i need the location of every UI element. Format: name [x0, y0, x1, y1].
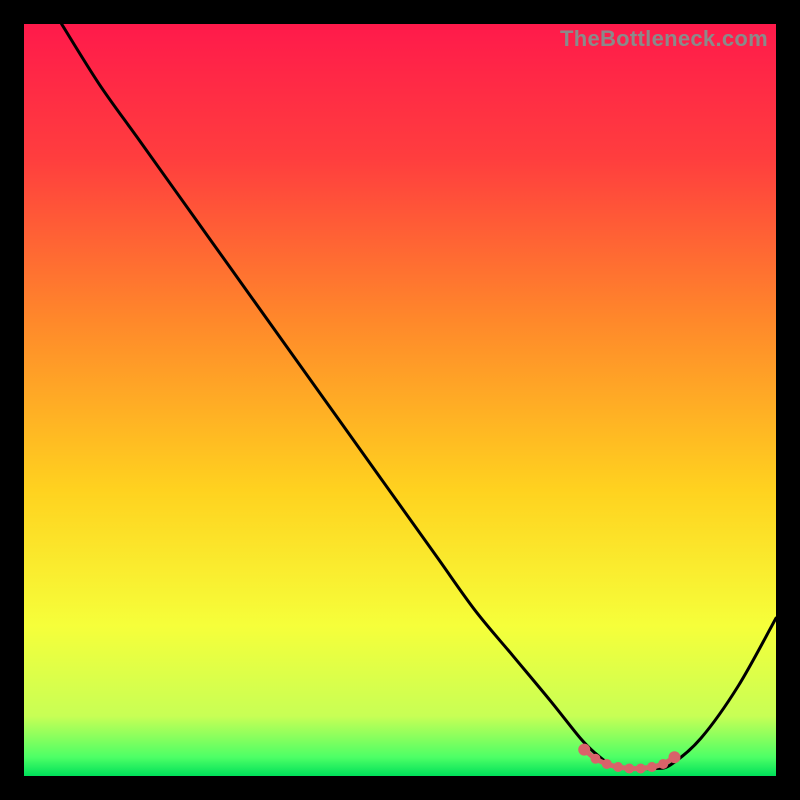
plot-area: TheBottleneck.com	[24, 24, 776, 776]
chart-frame: TheBottleneck.com	[0, 0, 800, 800]
watermark-text: TheBottleneck.com	[560, 26, 768, 52]
chart-svg	[24, 24, 776, 776]
optimal-marker	[578, 744, 590, 756]
optimal-marker	[624, 763, 634, 773]
optimal-marker	[647, 762, 657, 772]
optimal-marker	[668, 751, 680, 763]
optimal-marker	[636, 763, 646, 773]
optimal-marker	[613, 762, 623, 772]
optimal-marker	[602, 759, 612, 769]
optimal-marker	[591, 754, 601, 764]
optimal-marker	[658, 759, 668, 769]
